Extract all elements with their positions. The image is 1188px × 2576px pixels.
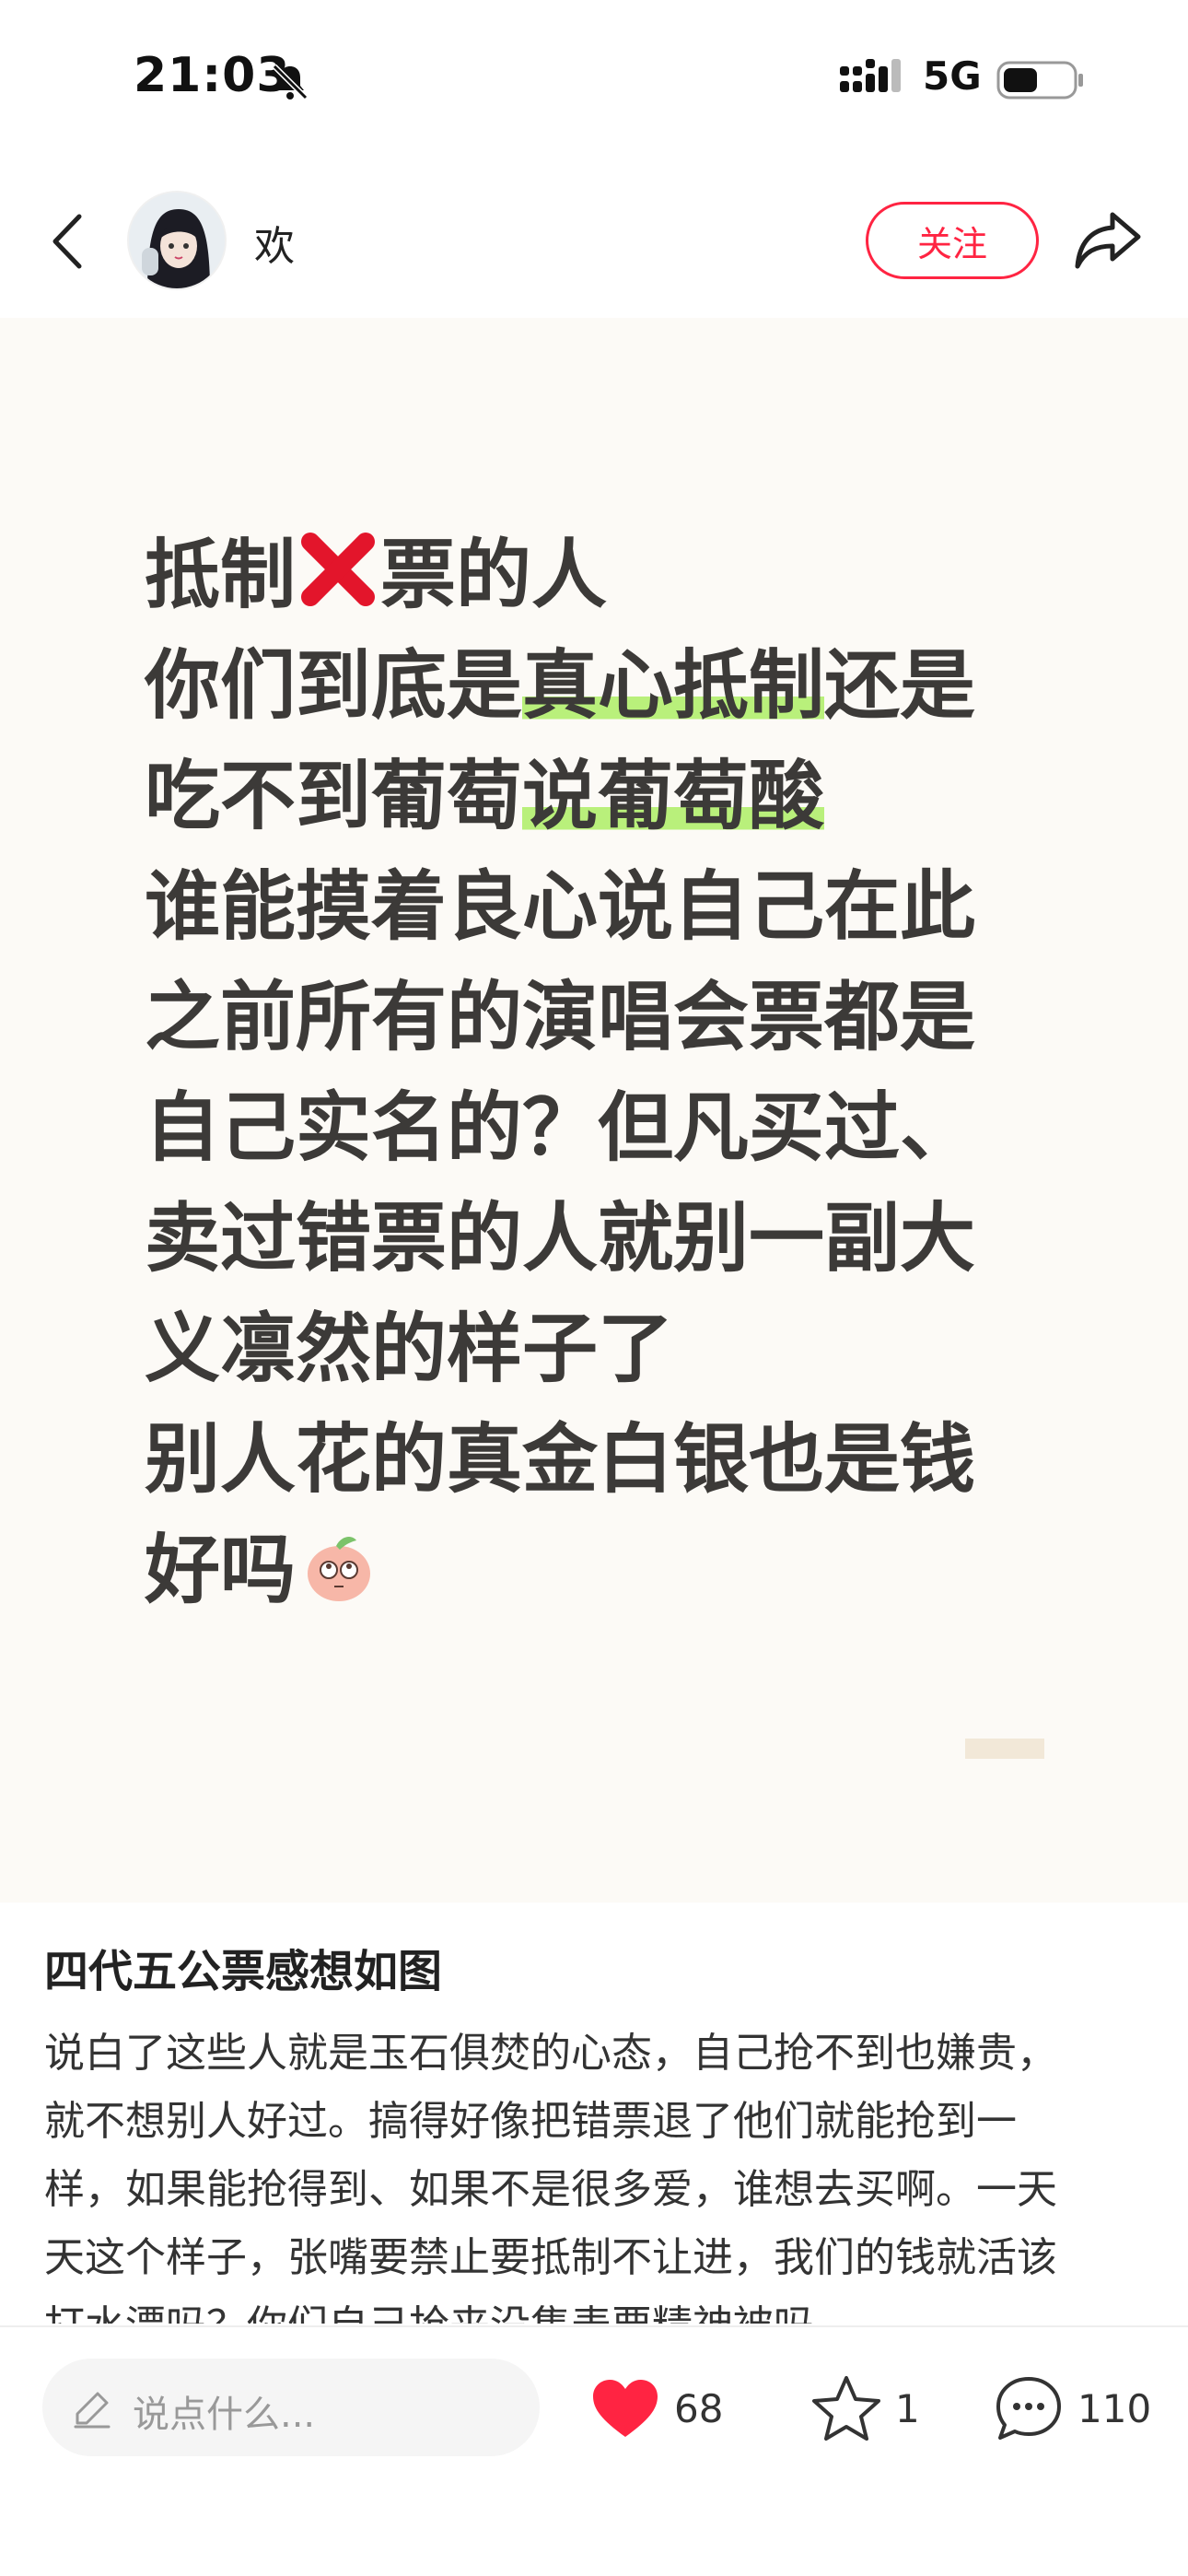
comment-count: 110: [1077, 2385, 1152, 2431]
battery-icon: [996, 61, 1083, 100]
image-line: 义凛然的样子了: [145, 1306, 674, 1393]
status-bar: 21:03 5G: [0, 0, 1188, 161]
pencil-icon: [74, 2392, 111, 2429]
signal-icon: [840, 59, 901, 92]
body-line: 天这个样子，张嘴要禁止要抵制不让进，我们的钱就活该: [44, 2234, 1057, 2281]
status-time: 21:03: [134, 48, 291, 103]
post-body[interactable]: 说白了这些人就是玉石俱焚的心态，自己抢不到也嫌贵， 就不想别人好过。搞得好像把错…: [44, 2020, 1149, 2324]
avatar-image: [129, 193, 225, 288]
post-image[interactable]: 抵制 票的人 你们到底是真心抵制还是 吃不到葡萄说葡萄酸 谁能摸着良心说自己在此 …: [0, 318, 1188, 1903]
comment-input[interactable]: 说点什么...: [42, 2359, 540, 2456]
like-count: 68: [674, 2385, 724, 2431]
image-line: 你们到底是真心抵制还是: [145, 642, 976, 730]
heart-icon: [593, 2380, 658, 2437]
collect-count: 1: [895, 2385, 920, 2431]
like-button[interactable]: 68: [589, 2371, 723, 2445]
body-line: 样，如果能抢得到、如果不是很多爱，谁想去买啊。一天: [44, 2166, 1057, 2213]
post-header: 欢 关注: [0, 161, 1188, 318]
comment-placeholder: 说点什么...: [133, 2394, 316, 2436]
follow-button[interactable]: 关注: [866, 202, 1039, 279]
bell-muted-icon: [272, 64, 309, 100]
body-line: 打水漂吗？你们自己抢来没集表要精神被吗: [44, 2292, 1149, 2324]
image-line: 自己实名的？但凡买过、: [145, 1084, 976, 1172]
speech-bubble-icon: [996, 2377, 1061, 2440]
highlighted-text: 说葡萄酸: [522, 753, 825, 840]
collect-button[interactable]: 1: [810, 2371, 920, 2445]
network-label: 5G: [923, 53, 982, 99]
peach-face-emoji-icon: [308, 1537, 371, 1601]
image-line: 之前所有的演唱会票都是: [145, 974, 976, 1061]
cross-mark-icon: [301, 533, 376, 606]
avatar[interactable]: [127, 191, 227, 290]
body-line: 就不想别人好过。搞得好像把错票退了他们就能抢到一: [44, 2098, 1017, 2145]
image-line: 卖过错票的人就别一副大: [145, 1195, 976, 1282]
image-line: 好吗: [145, 1516, 1066, 1626]
star-icon: [812, 2376, 880, 2441]
post-title: 四代五公票感想如图: [44, 1946, 443, 1997]
highlighted-text: 真心抵制: [522, 642, 825, 730]
image-text: 抵制 票的人 你们到底是真心抵制还是 吃不到葡萄说葡萄酸 谁能摸着良心说自己在此 …: [145, 521, 1066, 1626]
image-line: 抵制 票的人: [145, 521, 1066, 631]
image-line: 别人花的真金白银也是钱: [145, 1416, 976, 1504]
chevron-left-icon[interactable]: [44, 209, 92, 274]
share-arrow-icon[interactable]: [1074, 209, 1142, 270]
decoration-bar: [965, 1739, 1044, 1759]
body-line: 说白了这些人就是玉石俱焚的心态，自己抢不到也嫌贵，: [44, 2030, 1057, 2077]
image-line: 谁能摸着良心说自己在此: [145, 863, 976, 951]
image-line: 吃不到葡萄说葡萄酸: [145, 753, 825, 840]
bottom-action-bar: 说点什么... 68 1 110: [0, 2325, 1188, 2576]
author-name[interactable]: 欢: [254, 213, 295, 272]
comment-button[interactable]: 110: [993, 2371, 1151, 2445]
